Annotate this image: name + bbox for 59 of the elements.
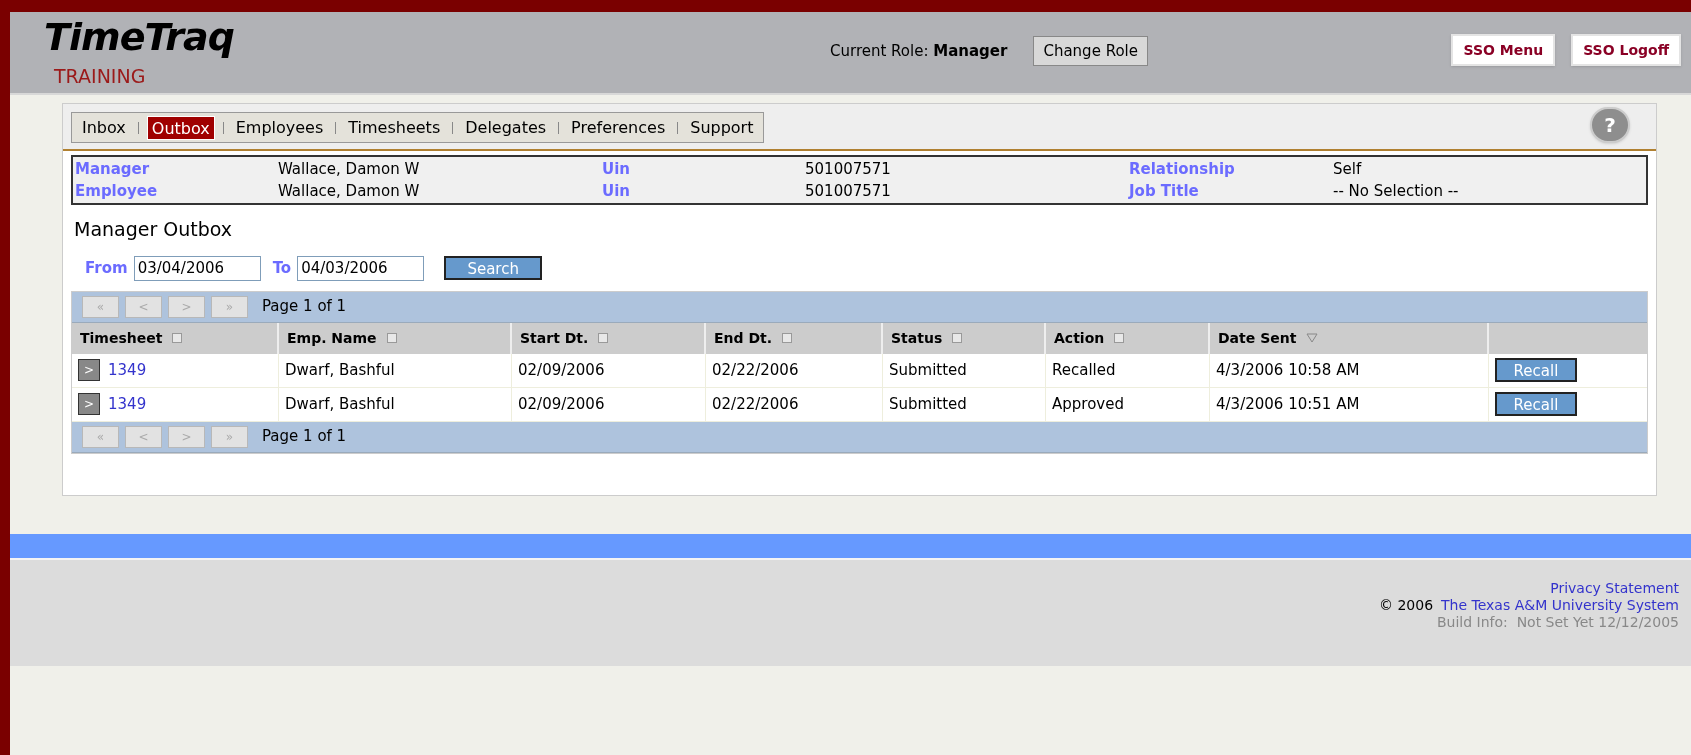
info-value: Self	[1333, 158, 1362, 180]
environment-label: TRAINING	[53, 64, 147, 89]
table-cell: Recalled	[1046, 353, 1210, 387]
table-cell: Dwarf, Bashful	[279, 353, 512, 387]
app-logo: TimeTraq	[44, 18, 236, 56]
info-label: Uin	[601, 180, 631, 202]
copyright-text: © 2006	[1378, 597, 1434, 614]
privacy-link[interactable]: Privacy Statement	[1550, 580, 1679, 597]
info-label: Manager	[74, 158, 151, 180]
organization-link[interactable]: The Texas A&M University System	[1441, 597, 1679, 614]
info-label: Relationship	[1128, 158, 1236, 180]
nav-tab[interactable]: Outbox	[146, 115, 215, 140]
to-label: To	[272, 257, 292, 279]
table-cell: 4/3/2006 10:51 AM	[1210, 387, 1489, 421]
info-label: Employee	[74, 180, 159, 202]
column-header[interactable]: End Dt.	[706, 322, 883, 354]
page-title: Manager Outbox	[74, 217, 234, 242]
info-label: Job Title	[1127, 180, 1200, 202]
info-value: Wallace, Damon W	[278, 180, 421, 202]
build-info: Build Info: Not Set Yet 12/12/2005	[1436, 614, 1679, 631]
column-header[interactable]: Status	[883, 322, 1046, 354]
change-role-button[interactable]: Change Role	[1033, 36, 1148, 66]
table-cell: Dwarf, Bashful	[279, 387, 512, 421]
info-value: Wallace, Damon W	[278, 158, 421, 180]
nav-tab[interactable]: Inbox	[78, 115, 130, 140]
table-cell: 02/09/2006	[512, 387, 706, 421]
nav-tab[interactable]: Preferences	[567, 115, 670, 140]
sso-button[interactable]: SSO Menu	[1451, 34, 1556, 66]
expand-button[interactable]: >	[78, 393, 100, 415]
column-header[interactable]: Action	[1046, 322, 1210, 354]
timesheet-link[interactable]: 1349	[108, 392, 147, 416]
timesheet-link[interactable]: 1349	[108, 358, 147, 382]
page-indicator: Page 1 of 1	[262, 296, 347, 318]
table-cell: 02/22/2006	[706, 353, 883, 387]
nav-tab[interactable]: Support	[686, 115, 758, 140]
table-cell: 02/22/2006	[706, 387, 883, 421]
nav-tab[interactable]: Employees	[231, 115, 328, 140]
table-cell: Submitted	[883, 353, 1046, 387]
column-header[interactable]: Timesheet	[72, 322, 279, 354]
from-label: From	[85, 257, 128, 279]
info-value: 501007571	[805, 158, 892, 180]
column-header[interactable]: Date Sent	[1210, 322, 1489, 354]
table-cell: Approved	[1046, 387, 1210, 421]
expand-button[interactable]: >	[78, 359, 100, 381]
nav-tab[interactable]: Timesheets	[344, 115, 445, 140]
info-label: Uin	[601, 158, 631, 180]
from-date-field[interactable]: 03/04/2006	[133, 255, 261, 281]
table-cell: 4/3/2006 10:58 AM	[1210, 353, 1489, 387]
column-header[interactable]: Start Dt.	[512, 322, 706, 354]
table-cell: Submitted	[883, 387, 1046, 421]
nav-tab[interactable]: Delegates	[461, 115, 551, 140]
column-header[interactable]: Emp. Name	[279, 322, 512, 354]
info-value: 501007571	[805, 180, 892, 202]
table-cell: 02/09/2006	[512, 353, 706, 387]
info-value: -- No Selection --	[1333, 180, 1459, 202]
page-indicator: Page 1 of 1	[262, 426, 347, 448]
sso-button[interactable]: SSO Logoff	[1571, 34, 1681, 66]
current-role: Current Role: Manager	[830, 40, 1008, 62]
to-date-field[interactable]: 04/03/2006	[297, 255, 425, 281]
